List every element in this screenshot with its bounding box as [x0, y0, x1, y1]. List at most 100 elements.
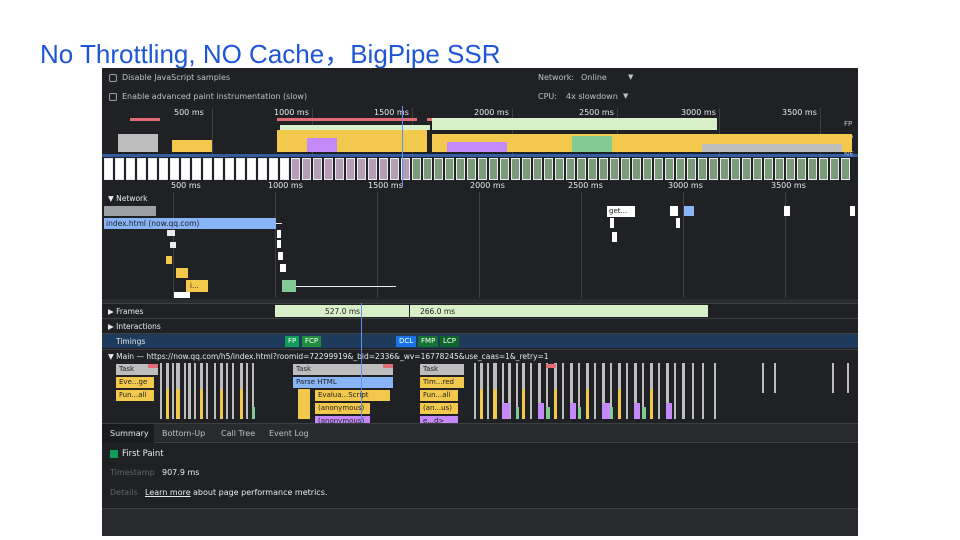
cpu-throttle-select[interactable]: 4x slowdown	[566, 92, 618, 101]
filmstrip-frame[interactable]	[258, 158, 267, 180]
filmstrip-frame[interactable]	[544, 158, 553, 180]
filmstrip-frame[interactable]	[841, 158, 850, 180]
filmstrip-frame[interactable]	[159, 158, 168, 180]
flame-event-function-call[interactable]: Fun...all	[420, 390, 458, 401]
filmstrip-frame[interactable]	[225, 158, 234, 180]
filmstrip-frame[interactable]	[434, 158, 443, 180]
network-request-bar[interactable]	[784, 206, 790, 216]
network-track-toggle[interactable]: ▼ Network	[108, 194, 147, 203]
filmstrip-frame[interactable]	[181, 158, 190, 180]
filmstrip-frame[interactable]	[346, 158, 355, 180]
filmstrip-frame[interactable]	[379, 158, 388, 180]
enable-paint-instrumentation-checkbox[interactable]	[109, 93, 117, 101]
disable-js-samples-checkbox[interactable]	[109, 74, 117, 82]
network-request-bar[interactable]	[176, 268, 188, 278]
network-throttle-select[interactable]: Online	[581, 73, 607, 82]
filmstrip-frame[interactable]	[269, 158, 278, 180]
tab-bottom-up[interactable]: Bottom-Up	[162, 429, 205, 438]
network-chevron-down-icon[interactable]: ▼	[628, 73, 633, 81]
network-request-bar[interactable]	[850, 206, 855, 216]
filmstrip-frame[interactable]	[390, 158, 399, 180]
filmstrip-frame[interactable]	[247, 158, 256, 180]
filmstrip-frame[interactable]	[357, 158, 366, 180]
frames-track-toggle[interactable]: ▶ Frames	[108, 307, 143, 316]
filmstrip-frame[interactable]	[104, 158, 113, 180]
filmstrip-frame[interactable]	[203, 158, 212, 180]
filmstrip-frame[interactable]	[368, 158, 377, 180]
flame-event-task[interactable]: Task	[293, 364, 393, 375]
filmstrip-frame[interactable]	[335, 158, 344, 180]
filmstrip-frame[interactable]	[676, 158, 685, 180]
network-request-bar[interactable]	[612, 232, 617, 242]
timing-marker-fcp[interactable]: FCP	[302, 336, 322, 347]
filmstrip-frame[interactable]	[137, 158, 146, 180]
filmstrip-frame[interactable]	[632, 158, 641, 180]
filmstrip-frame[interactable]	[445, 158, 454, 180]
network-request-bar[interactable]	[676, 218, 680, 228]
flame-event-evaluate-script[interactable]: Evalua...Script	[315, 390, 390, 401]
flame-event-anonymous[interactable]: (an...us)	[420, 403, 458, 414]
flame-event-function-call[interactable]: Fun...all	[116, 390, 154, 401]
network-request-bar[interactable]	[104, 206, 156, 216]
filmstrip-frame[interactable]	[214, 158, 223, 180]
filmstrip-frame[interactable]	[126, 158, 135, 180]
filmstrip-frame[interactable]	[313, 158, 322, 180]
filmstrip-frame[interactable]	[588, 158, 597, 180]
network-request-bar[interactable]	[174, 292, 190, 298]
filmstrip-frame[interactable]	[621, 158, 630, 180]
filmstrip-frame[interactable]	[830, 158, 839, 180]
network-request-bar[interactable]	[167, 230, 175, 236]
network-request-bar[interactable]	[670, 206, 678, 216]
filmstrip-frame[interactable]	[456, 158, 465, 180]
filmstrip-frame[interactable]	[412, 158, 421, 180]
filmstrip-frame[interactable]	[753, 158, 762, 180]
tab-summary[interactable]: Summary	[110, 429, 149, 438]
network-request-bar[interactable]	[170, 242, 176, 248]
filmstrip-frame[interactable]	[423, 158, 432, 180]
filmstrip-frame[interactable]	[610, 158, 619, 180]
network-request-bar[interactable]	[277, 240, 281, 248]
timing-marker-dcl[interactable]: DCL	[396, 336, 417, 347]
filmstrip-frame[interactable]	[302, 158, 311, 180]
filmstrip-frame[interactable]	[775, 158, 784, 180]
filmstrip-frame[interactable]	[533, 158, 542, 180]
filmstrip-frame[interactable]	[577, 158, 586, 180]
tab-call-tree[interactable]: Call Tree	[221, 429, 255, 438]
filmstrip-frame[interactable]	[566, 158, 575, 180]
filmstrip-frame[interactable]	[170, 158, 179, 180]
filmstrip-frame[interactable]	[720, 158, 729, 180]
network-request-bar[interactable]	[684, 206, 694, 216]
filmstrip-frame[interactable]	[192, 158, 201, 180]
learn-more-link[interactable]: Learn more	[145, 488, 191, 497]
network-request-bar[interactable]	[278, 252, 283, 260]
network-request-bar[interactable]	[280, 264, 286, 272]
filmstrip-frame[interactable]	[786, 158, 795, 180]
filmstrip-frame[interactable]	[709, 158, 718, 180]
flame-event-timer-fired[interactable]: Tim...red	[420, 377, 464, 388]
tab-event-log[interactable]: Event Log	[269, 429, 309, 438]
filmstrip-frame[interactable]	[324, 158, 333, 180]
flame-event-event[interactable]: Eve...ge	[116, 377, 154, 388]
main-thread-toggle[interactable]: ▼ Main — https://now.qq.com/h5/index.htm…	[108, 352, 549, 361]
filmstrip-frame[interactable]	[467, 158, 476, 180]
network-request-bar[interactable]	[166, 256, 172, 264]
timing-marker-lcp[interactable]: LCP	[440, 336, 460, 347]
filmstrip-frame[interactable]	[698, 158, 707, 180]
network-request-bar[interactable]	[282, 280, 296, 292]
filmstrip-frame[interactable]	[291, 158, 300, 180]
timing-marker-fmp[interactable]: FMP	[418, 336, 439, 347]
filmstrip-frame[interactable]	[148, 158, 157, 180]
filmstrip-frame[interactable]	[643, 158, 652, 180]
filmstrip-frame[interactable]	[478, 158, 487, 180]
filmstrip-frame[interactable]	[742, 158, 751, 180]
filmstrip-frame[interactable]	[500, 158, 509, 180]
filmstrip-frame[interactable]	[665, 158, 674, 180]
network-request-bar[interactable]	[277, 230, 281, 238]
interactions-track-toggle[interactable]: ▶ Interactions	[108, 322, 161, 331]
filmstrip-frame[interactable]	[599, 158, 608, 180]
filmstrip-frame[interactable]	[654, 158, 663, 180]
filmstrip-frame[interactable]	[555, 158, 564, 180]
filmstrip-frame[interactable]	[687, 158, 696, 180]
filmstrip-frame[interactable]	[808, 158, 817, 180]
flame-event-parse-html[interactable]: Parse HTML	[293, 377, 393, 388]
